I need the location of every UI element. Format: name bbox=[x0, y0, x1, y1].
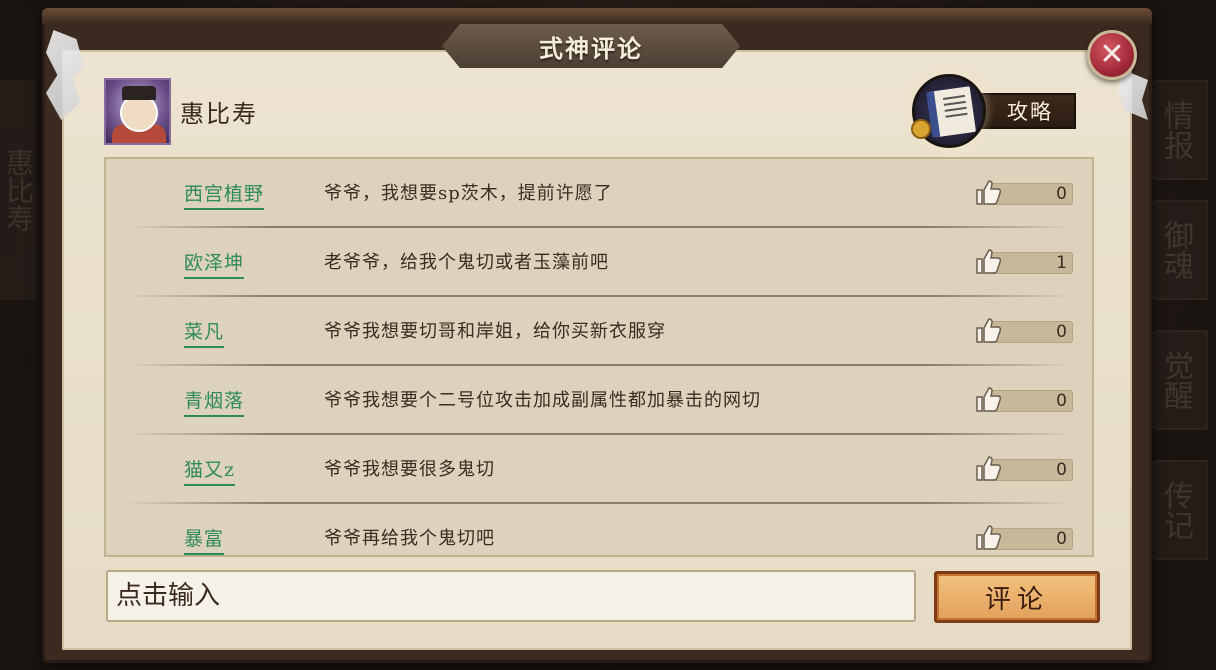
like-count: 0 bbox=[1056, 529, 1067, 549]
like-button[interactable]: 0 bbox=[973, 180, 1073, 207]
close-button[interactable]: ✕ bbox=[1087, 30, 1137, 80]
thumbs-up-icon bbox=[976, 525, 1002, 550]
like-count: 1 bbox=[1056, 253, 1067, 273]
comment-row: 欧泽坤 老爷爷，给我个鬼切或者玉藻前吧 1 bbox=[106, 228, 1092, 297]
guide-label: 攻略 bbox=[972, 93, 1076, 129]
thumbs-up-icon bbox=[976, 387, 1002, 412]
thumbs-up-icon bbox=[976, 249, 1002, 274]
comment-username[interactable]: 欧泽坤 bbox=[184, 248, 245, 279]
comment-text: 爷爷，我想要sp茨木，提前许愿了 bbox=[324, 183, 613, 204]
like-button[interactable]: 0 bbox=[973, 318, 1073, 345]
like-count: 0 bbox=[1056, 391, 1067, 411]
thumbs-up-icon bbox=[976, 456, 1002, 481]
like-count: 0 bbox=[1056, 460, 1067, 480]
comment-list[interactable]: 西宫植野 爷爷，我想要sp茨木，提前许愿了 0 欧泽坤 老爷爷，给我个鬼切或者玉… bbox=[104, 157, 1094, 557]
guide-button[interactable]: 攻略 bbox=[911, 74, 1076, 148]
like-count: 0 bbox=[1056, 184, 1067, 204]
comment-row: 青烟落 爷爷我想要个二号位攻击加成副属性都加暴击的网切 0 bbox=[106, 366, 1092, 435]
close-icon: ✕ bbox=[1099, 37, 1125, 72]
comment-text: 爷爷我想要个二号位攻击加成副属性都加暴击的网切 bbox=[324, 390, 761, 411]
submit-comment-button[interactable]: 评论 bbox=[934, 571, 1100, 623]
comment-text: 爷爷再给我个鬼切吧 bbox=[324, 528, 495, 549]
comment-text: 老爷爷，给我个鬼切或者玉藻前吧 bbox=[324, 252, 609, 273]
like-button[interactable]: 0 bbox=[973, 525, 1073, 552]
comment-row: 暴富 爷爷再给我个鬼切吧 0 bbox=[106, 504, 1092, 555]
comment-username[interactable]: 青烟落 bbox=[184, 386, 245, 417]
comment-username[interactable]: 猫又z bbox=[184, 455, 236, 486]
shikigami-name: 惠比寿 bbox=[180, 100, 258, 128]
comment-username[interactable]: 西宫植野 bbox=[184, 179, 265, 210]
comment-input[interactable] bbox=[106, 570, 916, 622]
comment-text: 爷爷我想要很多鬼切 bbox=[324, 459, 495, 480]
game-screen: 惠比寿 情报 御魂 觉醒 传记 式神评论 ✕ 惠比寿 攻略 西宫植野 爷爷，我想… bbox=[0, 0, 1216, 670]
comment-row: 猫又z 爷爷我想要很多鬼切 0 bbox=[106, 435, 1092, 504]
thumbs-up-icon bbox=[976, 318, 1002, 343]
like-button[interactable]: 1 bbox=[973, 249, 1073, 276]
comment-row: 菜凡 爷爷我想要切哥和岸姐，给你买新衣服穿 0 bbox=[106, 297, 1092, 366]
like-button[interactable]: 0 bbox=[973, 387, 1073, 414]
shikigami-avatar bbox=[104, 78, 171, 145]
comment-username[interactable]: 菜凡 bbox=[184, 317, 225, 348]
like-button[interactable]: 0 bbox=[973, 456, 1073, 483]
like-count: 0 bbox=[1056, 322, 1067, 342]
comment-text: 爷爷我想要切哥和岸姐，给你买新衣服穿 bbox=[324, 321, 666, 342]
comment-row: 西宫植野 爷爷，我想要sp茨木，提前许愿了 0 bbox=[106, 159, 1092, 228]
background-shikigami-label: 惠比寿 bbox=[0, 80, 36, 300]
guide-book-icon bbox=[911, 74, 986, 148]
dialog-title-plate: 式神评论 bbox=[442, 24, 740, 68]
thumbs-up-icon bbox=[976, 180, 1002, 205]
dialog-title: 式神评论 bbox=[539, 33, 643, 63]
comment-username[interactable]: 暴富 bbox=[184, 524, 225, 555]
